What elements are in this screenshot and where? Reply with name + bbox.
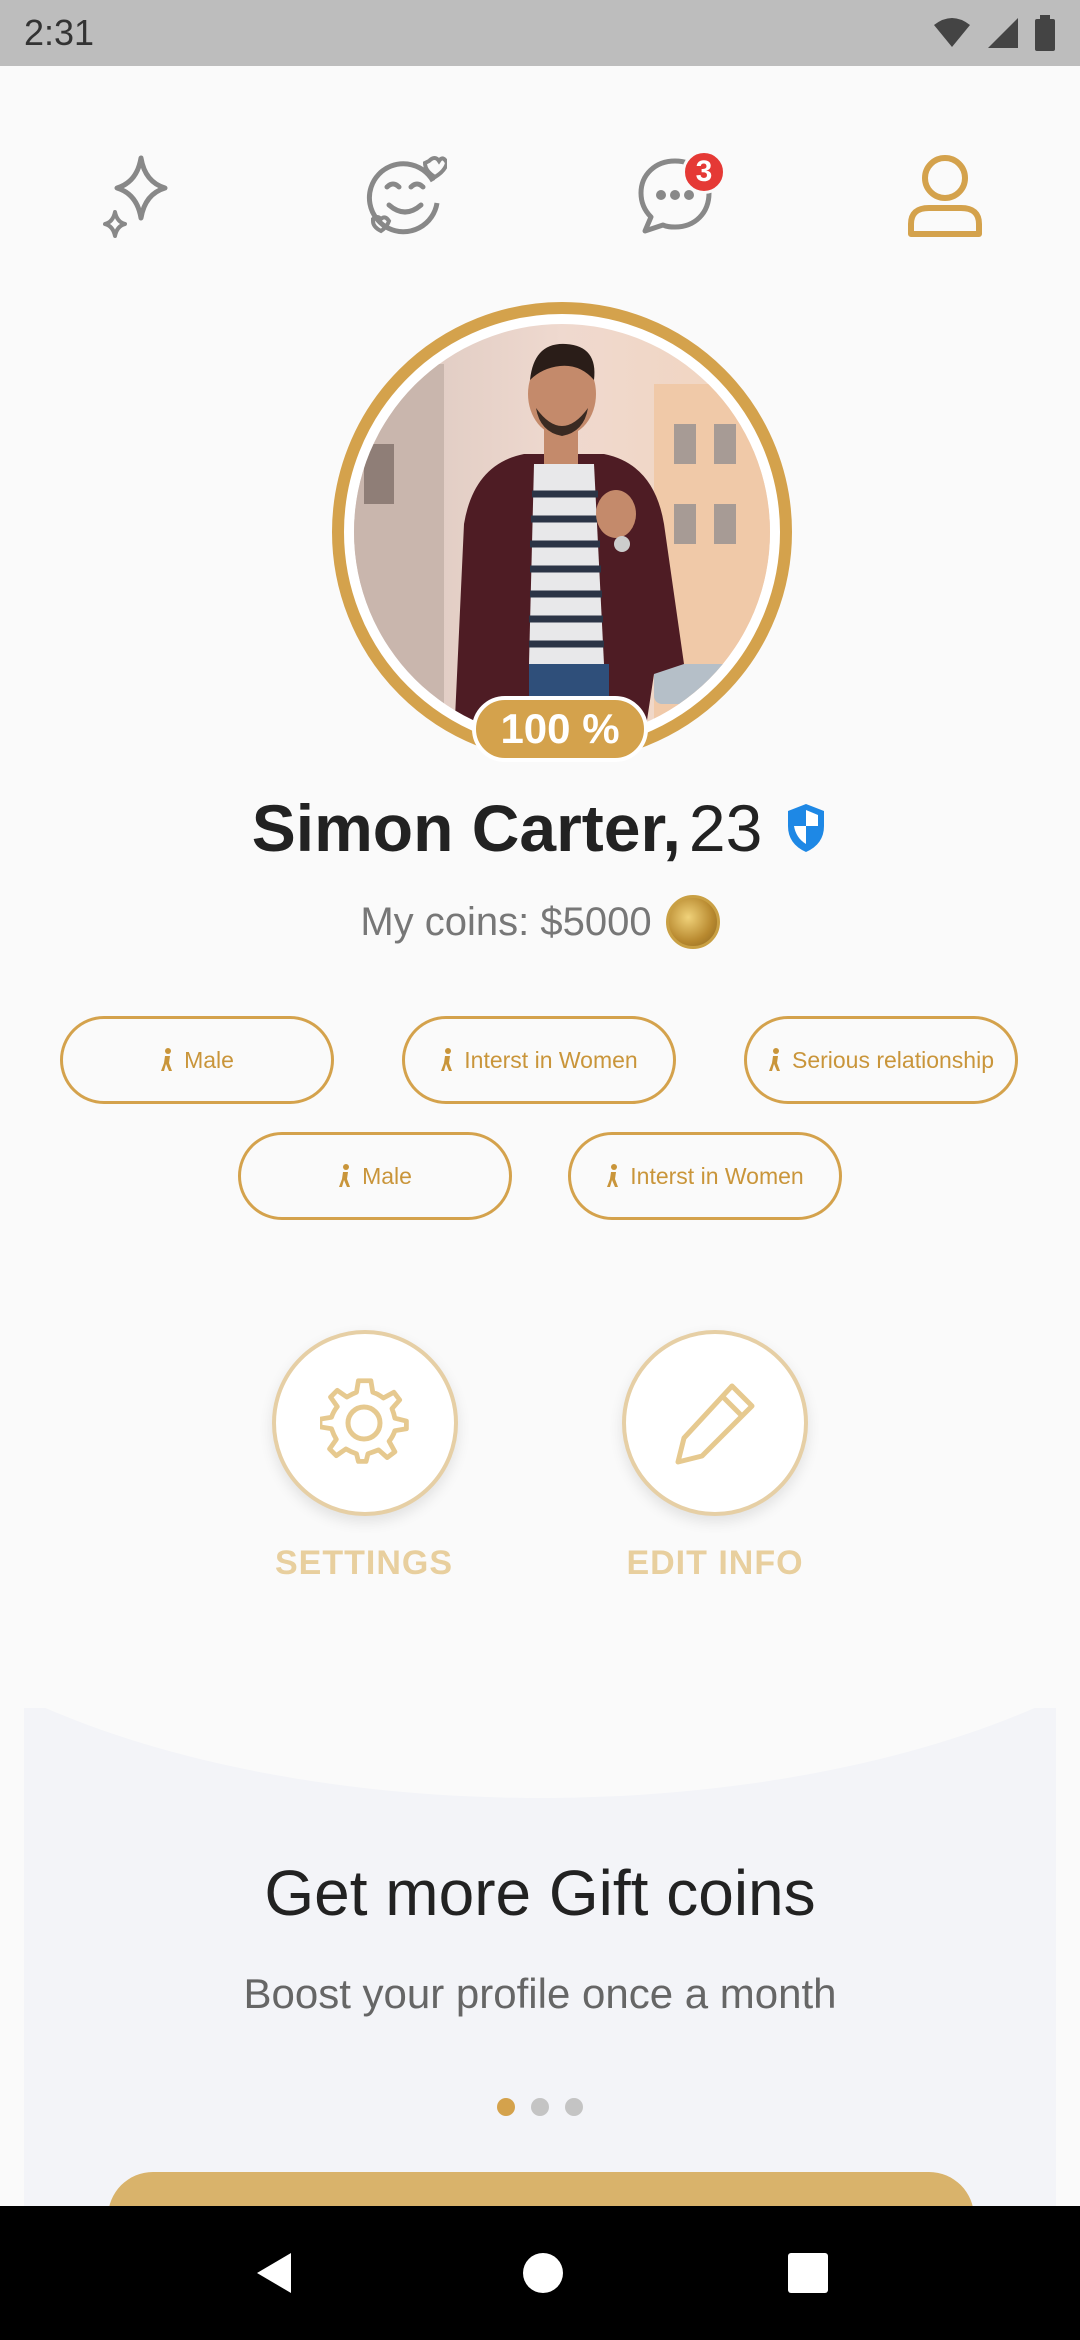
gear-icon — [320, 1378, 409, 1464]
walking-person-icon — [339, 1164, 351, 1187]
tag-gender[interactable]: Male — [60, 1016, 334, 1104]
verified-shield-icon — [788, 804, 825, 852]
walking-person-icon — [161, 1048, 173, 1071]
nav-profile-button[interactable] — [890, 140, 1000, 250]
walking-person-icon — [607, 1164, 619, 1187]
avatar-ring — [332, 302, 792, 762]
signal-icon — [988, 18, 1018, 48]
tag-relationship[interactable]: Serious relationship — [744, 1016, 1018, 1104]
person-icon — [908, 155, 982, 237]
settings-label[interactable]: SETTINGS — [234, 1544, 494, 1583]
profile-age: 23 — [688, 791, 763, 865]
carousel-dot-active[interactable] — [497, 2098, 515, 2116]
battery-icon — [1035, 15, 1055, 51]
profile-photo — [354, 324, 770, 740]
nav-messages-button[interactable]: 3 — [620, 140, 730, 250]
walking-person-icon — [768, 1048, 780, 1071]
status-bar: 2:31 — [0, 0, 1080, 66]
promo-action-button[interactable] — [108, 2172, 974, 2208]
pencil-icon — [675, 1383, 755, 1465]
settings-button[interactable] — [272, 1330, 458, 1516]
tag-label: Interst in Women — [464, 1046, 638, 1073]
tag-label: Serious relationship — [791, 1046, 994, 1073]
promo-card: Get more Gift coins Boost your profile o… — [24, 1708, 1056, 2208]
edit-info-button[interactable] — [622, 1330, 808, 1516]
status-icons — [932, 15, 1056, 51]
messages-badge: 3 — [682, 150, 726, 194]
walking-person-icon — [441, 1048, 453, 1071]
carousel-dots — [24, 2098, 1056, 2116]
edit-info-label[interactable]: EDIT INFO — [585, 1544, 845, 1583]
tag-label: Interst in Women — [630, 1162, 804, 1189]
name-line: Simon Carter, 23 — [0, 790, 1080, 866]
back-icon[interactable] — [251, 2249, 299, 2297]
tag-interest[interactable]: Interst in Women — [568, 1132, 842, 1220]
nav-discover-button[interactable] — [80, 140, 190, 250]
profile-completion-badge: 100 % — [472, 696, 648, 762]
tag-interest[interactable]: Interst in Women — [402, 1016, 676, 1104]
promo-subtitle: Boost your profile once a month — [243, 1970, 837, 2017]
top-nav: 3 — [0, 140, 1080, 250]
tag-label: Male — [184, 1046, 234, 1073]
nav-matches-button[interactable] — [350, 140, 460, 250]
promo-arc — [24, 1708, 1056, 1798]
avatar[interactable] — [354, 324, 770, 740]
coins-line: My coins: $5000 — [0, 895, 1080, 949]
system-nav-bar — [0, 2206, 1080, 2340]
carousel-dot[interactable] — [531, 2098, 549, 2116]
status-time: 2:31 — [24, 12, 95, 53]
coins-label: My coins: $5000 — [360, 899, 652, 944]
coin-icon — [665, 895, 720, 949]
home-icon[interactable] — [521, 2251, 565, 2295]
sparkle-icon — [103, 155, 168, 238]
tag-label: Male — [362, 1162, 412, 1189]
carousel-dot[interactable] — [565, 2098, 583, 2116]
profile-name: Simon Carter, — [251, 791, 681, 865]
promo-title: Get more Gift coins — [264, 1857, 816, 1929]
recents-icon[interactable] — [787, 2252, 829, 2294]
love-face-icon — [366, 156, 447, 235]
wifi-icon — [934, 18, 970, 47]
tag-gender[interactable]: Male — [238, 1132, 512, 1220]
